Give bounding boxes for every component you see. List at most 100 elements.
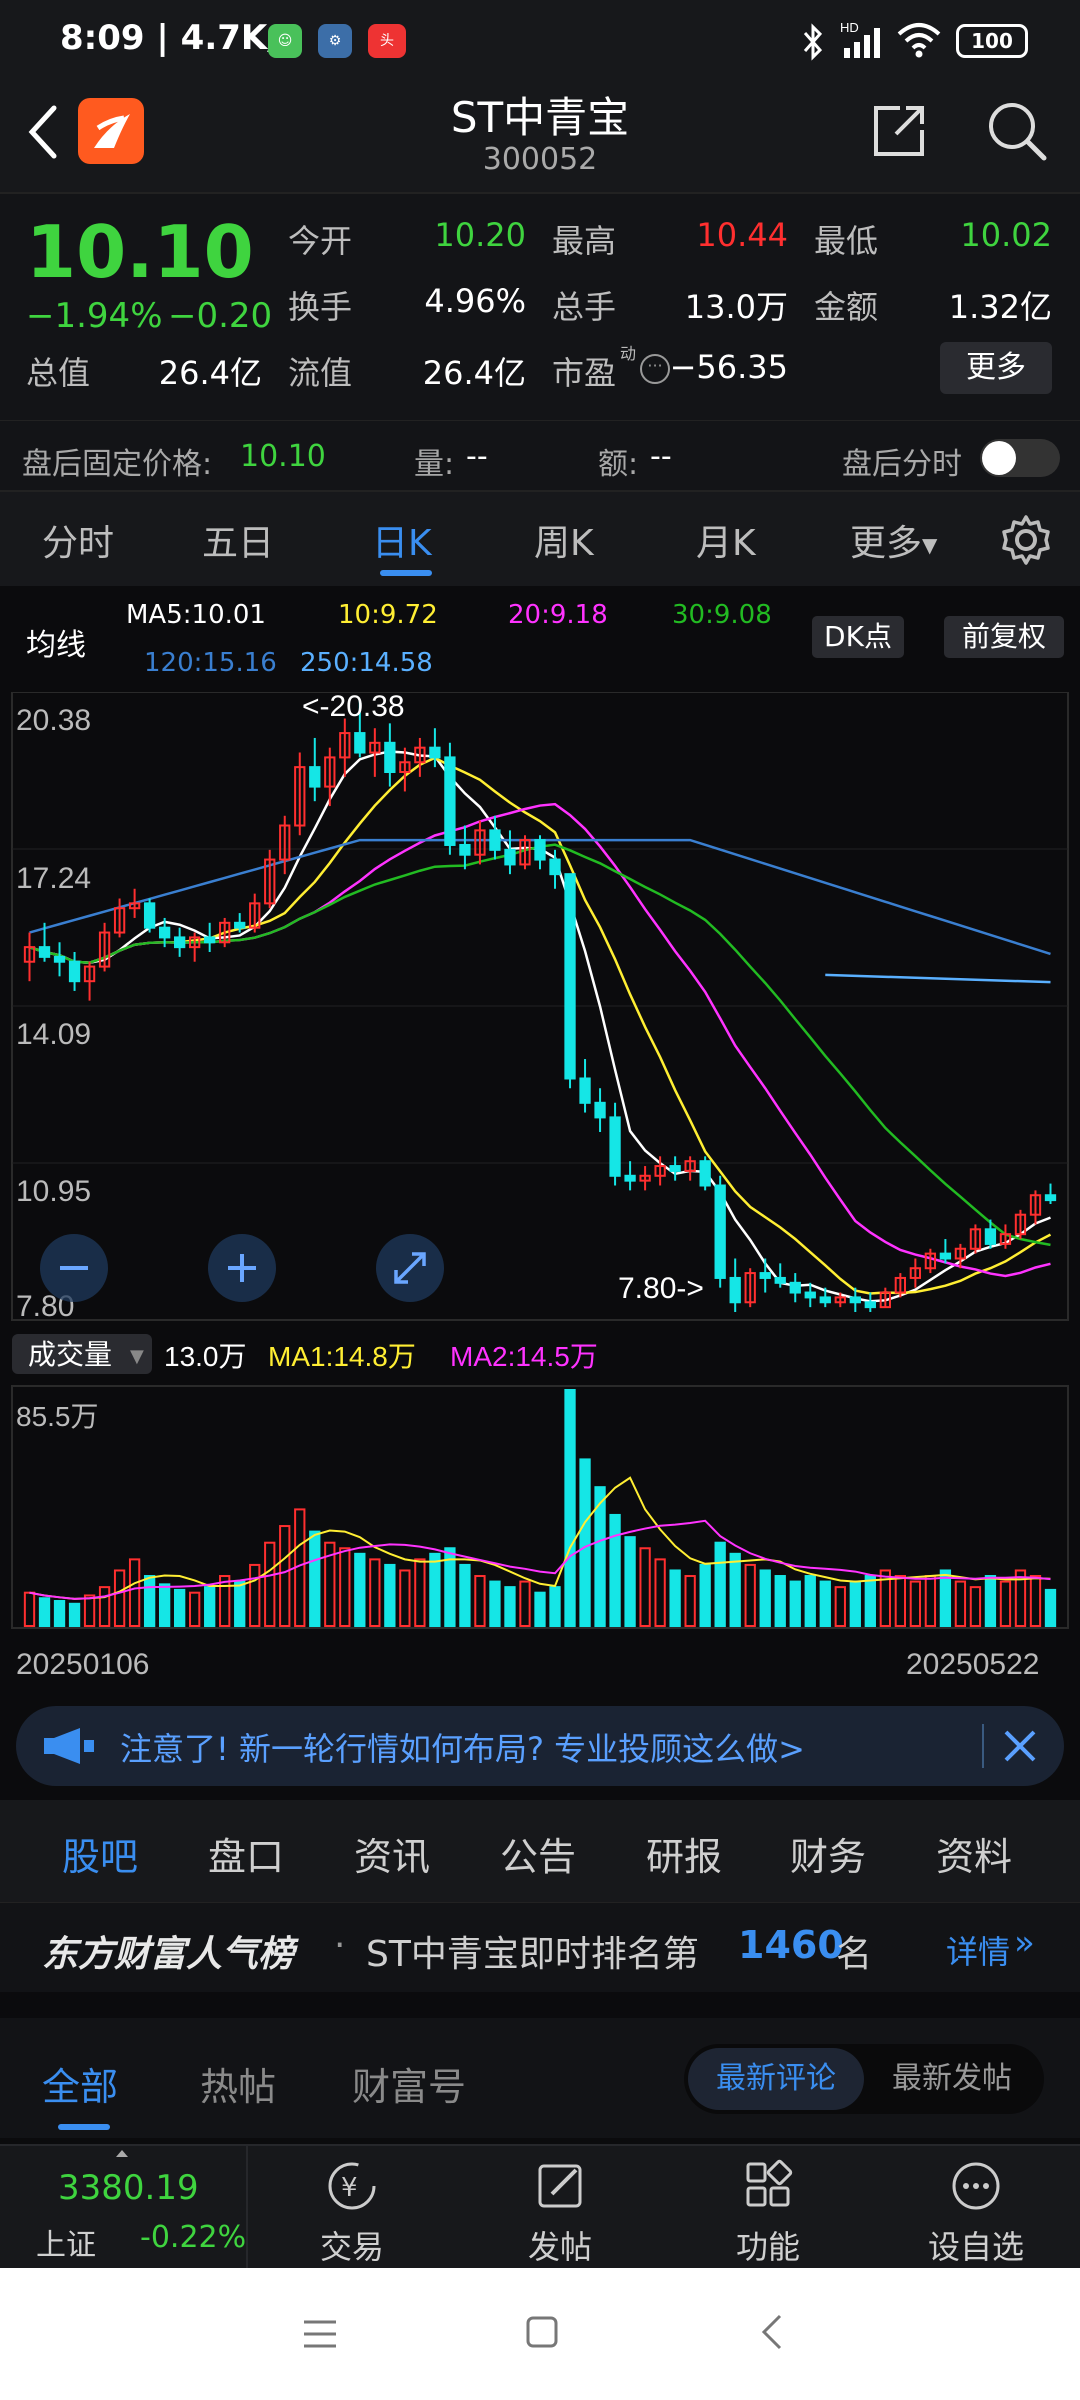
pe-label: 市盈 [552,354,617,392]
market-cap-label: 总值 [26,354,91,392]
sort-toggle: 最新评论 最新发帖 [684,2044,1044,2114]
tab-daily-k[interactable]: 日K [372,514,432,566]
after-hours-intraday-label: 盘后分时 [842,447,962,482]
promo-banner[interactable]: 注意了! 新一轮行情如何布局? 专业投顾这么做> [16,1706,1064,1786]
y-tick-label: 20.38 [16,704,91,737]
quote-panel: 10.10 −1.94% −0.20 今开 10.20 最高 10.44 最低 … [0,192,1080,490]
svg-text:¥: ¥ [341,2173,358,2203]
candle-body [669,1165,681,1172]
filter-tab-hot[interactable]: 热帖 [200,2056,276,2111]
volume-indicator-selector[interactable]: 成交量 ▼ [12,1334,152,1374]
candle-body [759,1272,771,1279]
volume-bar [219,1575,231,1628]
tab-weekly-k[interactable]: 周K [534,514,594,566]
tab-five-day[interactable]: 五日 [202,514,274,566]
nav-trade[interactable]: ¥ 交易 [272,2158,432,2268]
more-button[interactable]: 更多 [940,342,1052,394]
filter-tab-all[interactable]: 全部 [42,2056,118,2111]
after-hours-toggle[interactable] [980,439,1060,477]
volume-bars-group [23,1389,1057,1628]
index-ticker[interactable]: 3380.19 上证 -0.22% [0,2146,248,2270]
active-tab-indicator [380,570,432,576]
zoom-out-button[interactable] [40,1234,108,1302]
tab-more[interactable]: 更多▼ [850,514,937,566]
chart-settings-gear-icon[interactable] [1000,514,1052,566]
ma120-value: 120:15.16 [144,648,277,678]
back-nav-icon[interactable] [752,2312,792,2352]
candle-body [53,955,66,963]
menu-icon[interactable] [300,2314,340,2354]
volume-value: 13.0万 [164,1341,247,1372]
volume-bar [789,1580,801,1628]
nav-post[interactable]: 发帖 [480,2158,640,2268]
filter-tab-fortune[interactable]: 财富号 [352,2056,466,2111]
tab-profile[interactable]: 资料 [936,1826,1012,1881]
candle-body [204,936,216,944]
settings-notification-icon: ⚙ [318,24,352,58]
candle-body [549,858,561,876]
volume-bar [143,1575,156,1628]
sort-latest-post[interactable]: 最新发帖 [864,2048,1040,2110]
candle-body [699,1160,711,1187]
tab-guba[interactable]: 股吧 [62,1826,138,1881]
volume-bar [759,1569,771,1627]
volume-bar [1044,1588,1057,1627]
tab-monthly-k[interactable]: 月K [696,514,756,566]
battery-indicator: 100 [956,24,1028,58]
tab-intraday[interactable]: 分时 [42,514,114,566]
tab-order-book[interactable]: 盘口 [208,1826,284,1881]
after-hours-bar: 盘后固定价格: 10.10 量: -- 额: -- 盘后分时 [0,420,1080,492]
volume-bar [369,1558,381,1627]
dk-point-button[interactable]: DK点 [812,616,904,658]
volume-bar [834,1586,846,1627]
share-icon[interactable] [868,100,930,162]
popularity-rank-bar[interactable]: 东方财富人气榜 · ST中青宝即时排名第 1460 名 详情 » [0,1902,1080,1992]
signal-icon: HD [840,20,880,58]
volume-bar [173,1588,186,1627]
volume-bar [654,1558,666,1627]
candle-body [384,741,396,773]
volume-bar [684,1575,696,1628]
tab-announcements[interactable]: 公告 [500,1826,576,1881]
adjust-button[interactable]: 前复权 [944,616,1064,658]
volume-bar [279,1525,291,1627]
market-cap-value: 26.4亿 [158,354,262,392]
volume-bar [729,1552,741,1627]
rank-brand: 东方财富人气榜 [42,1934,295,1975]
tab-more-label: 更多 [850,523,923,564]
y-tick-label: 14.09 [16,1018,91,1051]
candle-body [939,1252,952,1260]
high-label: 最高 [552,222,617,260]
nav-functions[interactable]: 功能 [688,2158,848,2268]
volume-bar [128,1558,141,1627]
volume-bar [924,1575,937,1628]
search-icon[interactable] [984,98,1050,164]
index-change: -0.22% [140,2220,247,2255]
tab-research[interactable]: 研报 [646,1826,722,1881]
kline-svg[interactable]: 20.38 17.24 14.09 10.95 7.80 <-20.38 7.8… [0,692,1080,1706]
volume-value: 13.0万 [684,288,788,326]
candle-body [714,1184,726,1279]
candle-body [68,960,81,983]
nav-add-watchlist[interactable]: 设自选 [896,2158,1056,2268]
volume-bar [158,1583,171,1628]
status-bar: 8:09 | 4.7K/s ☺ ⚙ 头 HD 100 [0,0,1080,84]
close-icon[interactable] [1002,1728,1038,1764]
float-cap-label: 流值 [288,354,353,392]
fullscreen-button[interactable] [376,1234,444,1302]
tab-financials[interactable]: 财务 [790,1826,866,1881]
tab-news[interactable]: 资讯 [354,1826,430,1881]
candle-body [849,1296,861,1304]
ma-legend-title: 均线 [26,628,86,663]
volume-bar [624,1536,636,1628]
rank-detail-link[interactable]: 详情 [946,1927,1010,1973]
home-icon[interactable] [522,2312,562,2352]
float-cap-value: 26.4亿 [422,354,526,392]
zoom-in-button[interactable] [208,1234,276,1302]
x-start-date: 20250106 [16,1648,149,1681]
volume-bar [384,1563,396,1628]
sort-latest-comment[interactable]: 最新评论 [688,2048,864,2110]
low-label: 最低 [814,222,879,260]
after-hours-price-value: 10.10 [240,439,326,474]
volume-bar [1029,1575,1042,1628]
